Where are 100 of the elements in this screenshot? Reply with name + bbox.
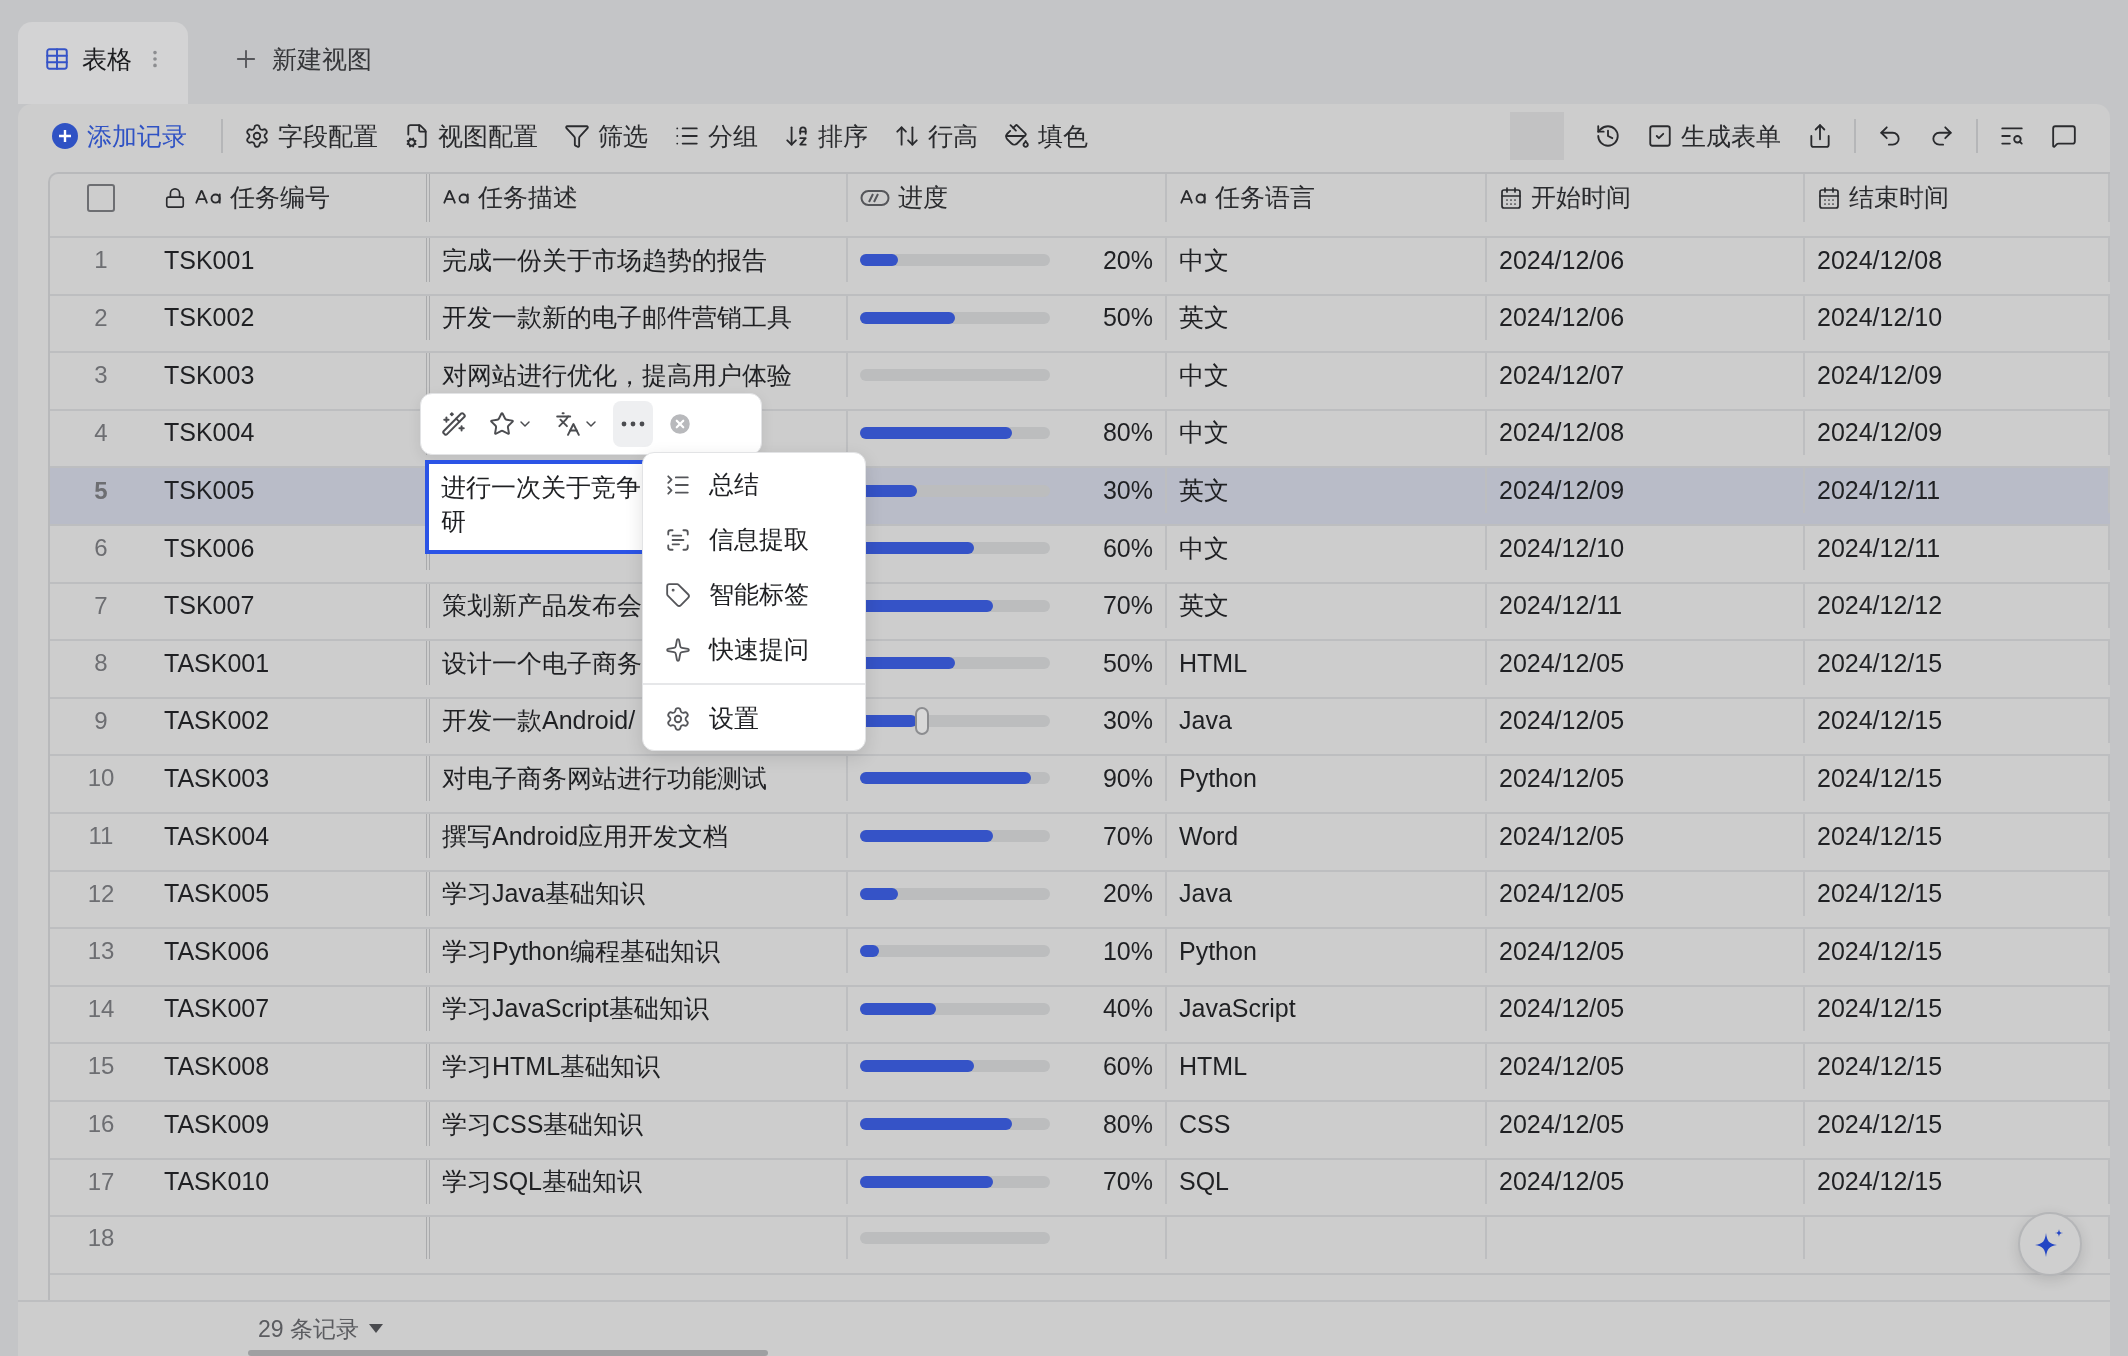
toolbar-button[interactable]: 分组 [661, 112, 771, 160]
editor-text: 进行一次关于竞争 [441, 472, 641, 503]
redo-icon[interactable] [1929, 123, 1955, 149]
progress-value: 50% [1102, 303, 1153, 333]
slider-handle[interactable] [915, 706, 929, 735]
comment-icon[interactable] [2051, 123, 2077, 149]
table-cell-text: 设计一个电子商务 [442, 647, 642, 679]
table-cell: 2024/12/15 [1817, 764, 1943, 793]
menu-item[interactable]: 快速提问 [643, 622, 865, 677]
calendar-icon [1817, 185, 1841, 210]
table-cell: 2024/12/12 [1817, 591, 1943, 621]
history-icon[interactable] [1595, 123, 1621, 149]
progress-value: 10% [1102, 936, 1153, 966]
toolbar-button[interactable]: 筛选 [551, 112, 661, 160]
table-cell-text: 中文 [1179, 244, 1229, 276]
translate-icon [555, 411, 581, 437]
generate-form-button[interactable]: 生成表单 [1634, 112, 1794, 160]
table-cell: CSS [1179, 1109, 1231, 1139]
table-cell-text: 英文 [1179, 475, 1229, 506]
table-cell-text: 学习SQL基础知识 [442, 1166, 643, 1198]
menu-item[interactable]: 设置 [643, 691, 865, 746]
toolbar-button[interactable]: 填色 [991, 112, 1101, 160]
table-cell-text: 英文 [1179, 590, 1229, 622]
undo-icon[interactable] [1877, 123, 1903, 149]
ai-tool-button[interactable] [613, 401, 653, 447]
table-cell-text: 学习Python编程基础知识 [442, 935, 720, 967]
table-cell: 2024/12/08 [1499, 418, 1625, 448]
sparkle-icon [665, 636, 691, 663]
table-cell: 2024/12/15 [1817, 1167, 1943, 1197]
view-tab[interactable]: 表格 [18, 22, 188, 104]
table-cell: Java [1179, 706, 1232, 736]
table-cell: TSK006 [164, 533, 255, 563]
toolbar-button[interactable]: 排序 [771, 112, 881, 160]
tag-icon [665, 581, 691, 608]
star-icon [489, 411, 515, 437]
row-height-icon [894, 123, 920, 149]
progress-value: 30% [1102, 706, 1153, 736]
checkbox[interactable] [87, 183, 115, 212]
filter-icon [564, 123, 590, 149]
view-tab[interactable]: 新建视图 [206, 22, 394, 104]
column-header[interactable]: 任务编号 [152, 174, 430, 222]
table-cell: 2024/12/08 [1817, 245, 1943, 275]
table-cell: TSK005 [164, 476, 255, 505]
table-cell: 2024/12/15 [1817, 821, 1943, 851]
table-cell-text: 学习JavaScript基础知识 [442, 993, 709, 1025]
table-cell: 2024/12/06 [1499, 303, 1625, 333]
table-cell: 2024/12/15 [1817, 879, 1943, 909]
table-cell: SQL [1179, 1167, 1230, 1197]
table-cell: HTML [1179, 648, 1248, 678]
table-cell-text: 学习HTML基础知识 [442, 1050, 661, 1082]
table-cell: 2024/12/15 [1817, 1109, 1943, 1139]
progress-value: 80% [1102, 1109, 1153, 1139]
more-icon [621, 421, 645, 427]
table-cell: TSK003 [164, 360, 255, 390]
progress-value: 20% [1102, 245, 1153, 275]
sort-icon [784, 123, 810, 149]
settings-icon [665, 705, 691, 732]
table-cell: TASK001 [164, 648, 270, 678]
progress-value: 80% [1102, 418, 1153, 448]
table-cell: 2024/12/11 [1817, 533, 1941, 563]
magic-wand-icon [441, 411, 467, 437]
table-cell-text: 中文 [1179, 359, 1229, 391]
toolbar-button[interactable]: 视图配置 [391, 112, 551, 160]
table-cell: TASK008 [164, 1051, 270, 1081]
progress-value: 60% [1102, 1051, 1153, 1081]
toolbar-button[interactable]: 行高 [881, 112, 991, 160]
progress-value: 60% [1102, 533, 1153, 563]
share-icon[interactable] [1807, 123, 1833, 149]
table-icon [44, 46, 70, 72]
editor-text: 研 [441, 506, 466, 537]
progress-value: 70% [1102, 1167, 1153, 1197]
table-cell: 2024/12/09 [1817, 418, 1943, 448]
table-cell: Java [1179, 879, 1232, 909]
menu-item[interactable]: 智能标签 [643, 567, 865, 622]
table-cell: 2024/12/11 [1499, 591, 1623, 621]
column-header[interactable]: 任务描述 [430, 174, 848, 222]
table-cell-text: 学习CSS基础知识 [442, 1108, 644, 1140]
table-cell: 2024/12/05 [1499, 821, 1625, 851]
table-cell-text: 开发一款新的电子邮件营销工具 [442, 302, 792, 334]
table-cell: 2024/12/15 [1817, 648, 1943, 678]
scan-text-icon [665, 526, 691, 553]
calendar-icon [1499, 185, 1523, 210]
paint-bucket-icon [1004, 123, 1030, 149]
column-header[interactable]: 结束时间 [1805, 174, 2110, 222]
table-cell: 2024/12/05 [1499, 936, 1625, 966]
scrollbar[interactable] [248, 1350, 768, 1356]
plus-circle-icon [51, 122, 79, 150]
table-cell: 2024/12/05 [1499, 1167, 1625, 1197]
progress-icon [860, 187, 890, 208]
progress-value: 70% [1102, 821, 1153, 851]
table-cell-text: 开发一款Android/ [442, 705, 636, 737]
table-cell-text: 策划新产品发布会 [442, 590, 642, 622]
add-record-button[interactable]: 添加记录 [38, 112, 213, 160]
column-header[interactable]: 进度 [848, 174, 1167, 222]
record-count[interactable]: 29 条记录 [258, 1313, 359, 1345]
table-cell: 2024/12/07 [1499, 360, 1625, 390]
column-header[interactable]: 任务语言 [1167, 174, 1487, 222]
toolbar-button[interactable]: 字段配置 [231, 112, 391, 160]
column-header[interactable]: 开始时间 [1487, 174, 1805, 222]
table-cell-text: 完成一份关于市场趋势的报告 [442, 244, 767, 276]
